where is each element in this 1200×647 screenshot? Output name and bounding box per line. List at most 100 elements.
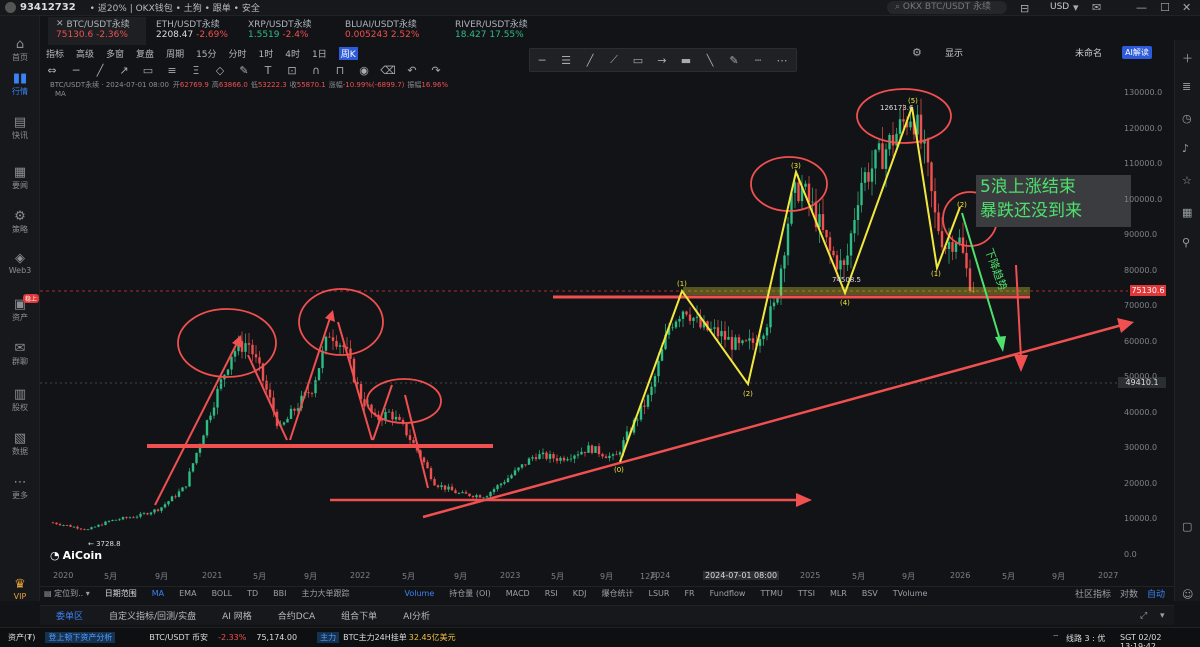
list-icon[interactable]: ≣ — [1182, 80, 1191, 93]
candle-body — [394, 416, 398, 420]
candle-body — [552, 454, 555, 459]
indicator-ma[interactable]: MA — [152, 589, 164, 598]
candle-body — [783, 255, 786, 269]
circle-peak-2022 — [366, 378, 442, 424]
candle-body — [748, 338, 751, 341]
candle-body — [583, 451, 587, 453]
candle-body — [464, 492, 468, 494]
candle-body — [650, 386, 653, 396]
tab-ai-analysis[interactable]: AI分析 — [403, 609, 430, 622]
candle-body — [489, 492, 492, 497]
indicator-bbi[interactable]: BBI — [273, 589, 286, 598]
x-tick: 5月 — [852, 572, 866, 581]
candle-body — [268, 389, 272, 398]
candle-body — [867, 172, 870, 182]
robot-icon[interactable]: ☺ — [1182, 588, 1193, 601]
tab-contract-dca[interactable]: 合约DCA — [278, 609, 315, 622]
annotation-layer: ← 3728.8 126173.6 74508.5 (1) (2) (3) (4) (5) (1… — [40, 88, 1134, 548]
star-icon[interactable]: ☆ — [1182, 174, 1192, 187]
candle-body — [618, 452, 622, 455]
tab-ai-grid[interactable]: AI 网格 — [222, 609, 252, 622]
indicator-fr[interactable]: FR — [684, 589, 694, 598]
candle-body — [730, 336, 734, 350]
candle-body — [149, 512, 153, 515]
wave-label: (5) — [908, 97, 918, 105]
indicator-macd[interactable]: MACD — [506, 589, 530, 598]
indicator-ttmu[interactable]: TTMU — [760, 589, 782, 598]
candle-body — [891, 134, 895, 146]
candle-body — [195, 452, 198, 464]
community-indicators[interactable]: 社区指标 — [1075, 587, 1111, 600]
y-tick: 60000.0 — [1124, 336, 1158, 346]
indicator-ttsi[interactable]: TTSI — [798, 589, 815, 598]
indicator-volume[interactable]: Volume — [405, 589, 435, 598]
indicator-td[interactable]: TD — [247, 589, 258, 598]
candle-body — [90, 527, 93, 530]
candle-body — [881, 143, 884, 169]
indicator-bsv[interactable]: BSV — [862, 589, 878, 598]
candle-body — [293, 408, 296, 411]
candle-body — [811, 201, 814, 203]
indicator-kdj[interactable]: KDJ — [573, 589, 587, 598]
plus-icon[interactable]: ＋ — [1182, 50, 1193, 66]
collapse-icon[interactable]: ▾ — [1160, 611, 1165, 621]
clock-icon[interactable]: ◷ — [1182, 112, 1192, 125]
expand-icon[interactable]: ⤢ — [1140, 611, 1147, 621]
candle-body — [828, 237, 832, 251]
indicator--[interactable]: 主力大单跟踪 — [302, 588, 350, 599]
candle-body — [510, 475, 513, 479]
candle-body — [723, 331, 727, 340]
ind-daterange[interactable]: 日期范围 — [105, 588, 137, 599]
indicator-lsur[interactable]: LSUR — [648, 589, 669, 598]
price-chart[interactable]: ← 3728.8 126173.6 74508.5 (1) (2) (3) (4) (5) (1… — [0, 0, 1200, 647]
asset-analysis-link[interactable]: 登上顿下资产分析 — [45, 632, 116, 643]
log-scale-toggle[interactable]: 对数 — [1120, 587, 1138, 600]
pair-label[interactable]: BTC/USDT 币安 — [149, 632, 208, 643]
candle-body — [737, 337, 741, 344]
candle-body — [317, 368, 321, 381]
indicator-boll[interactable]: BOLL — [212, 589, 233, 598]
logo-icon: ◔ — [50, 549, 60, 562]
indicator--[interactable]: 爆仓统计 — [601, 588, 633, 599]
arrow-head — [1117, 318, 1134, 333]
indicator-ema[interactable]: EMA — [179, 589, 196, 598]
indicator--oi-[interactable]: 持仓量 (OI) — [449, 588, 490, 599]
ind-timerange[interactable]: ▤ 定位到.. ▾ — [44, 588, 90, 599]
candle-body — [202, 435, 205, 445]
candle-body — [604, 456, 608, 459]
y-tick: 100000.0 — [1124, 194, 1163, 204]
tab-combo-order[interactable]: 组合下单 — [341, 609, 377, 622]
pair-change: -2.33% — [218, 633, 247, 642]
candle-body — [695, 316, 699, 318]
candles-layer — [51, 98, 975, 531]
candle-body — [951, 242, 954, 252]
candle-body — [51, 522, 55, 524]
candle-body — [104, 521, 107, 526]
mid-price-label: 74508.5 — [832, 276, 861, 284]
main-force-tag: 主力 — [317, 632, 340, 643]
candle-body — [244, 343, 247, 352]
grid-icon[interactable]: ▦ — [1182, 206, 1192, 219]
right-panel: ＋ ≣ ◷ ♪ ☆ ▦ ⚲ ▢ ☺ — [1174, 40, 1200, 601]
candle-body — [727, 336, 730, 340]
indicator-rsi[interactable]: RSI — [545, 589, 558, 598]
chat-bubble-icon[interactable]: ▢ — [1182, 520, 1192, 533]
candle-body — [909, 121, 912, 128]
wifi-icon: ⌔ — [1052, 633, 1060, 642]
candle-body — [422, 457, 426, 463]
bell-icon[interactable]: ♪ — [1182, 142, 1189, 155]
candle-body — [426, 462, 429, 469]
candle-body — [289, 408, 293, 419]
candle-body — [499, 483, 503, 486]
line-status[interactable]: 线路 3 : 优 — [1066, 633, 1105, 644]
x-tick: 5月 — [104, 572, 118, 581]
indicator-tvolume[interactable]: TVolume — [893, 589, 928, 598]
tab-custom-indicators[interactable]: 自定义指标/回测/实盘 — [109, 609, 196, 622]
candle-body — [412, 439, 415, 444]
tab-orders[interactable]: 委单区 — [56, 609, 83, 622]
indicator-mlr[interactable]: MLR — [830, 589, 847, 598]
indicator-fundflow[interactable]: Fundflow — [710, 589, 746, 598]
auto-scale-toggle[interactable]: 自动 — [1147, 587, 1165, 600]
candle-body — [212, 407, 216, 416]
link-icon[interactable]: ⚲ — [1182, 236, 1190, 249]
